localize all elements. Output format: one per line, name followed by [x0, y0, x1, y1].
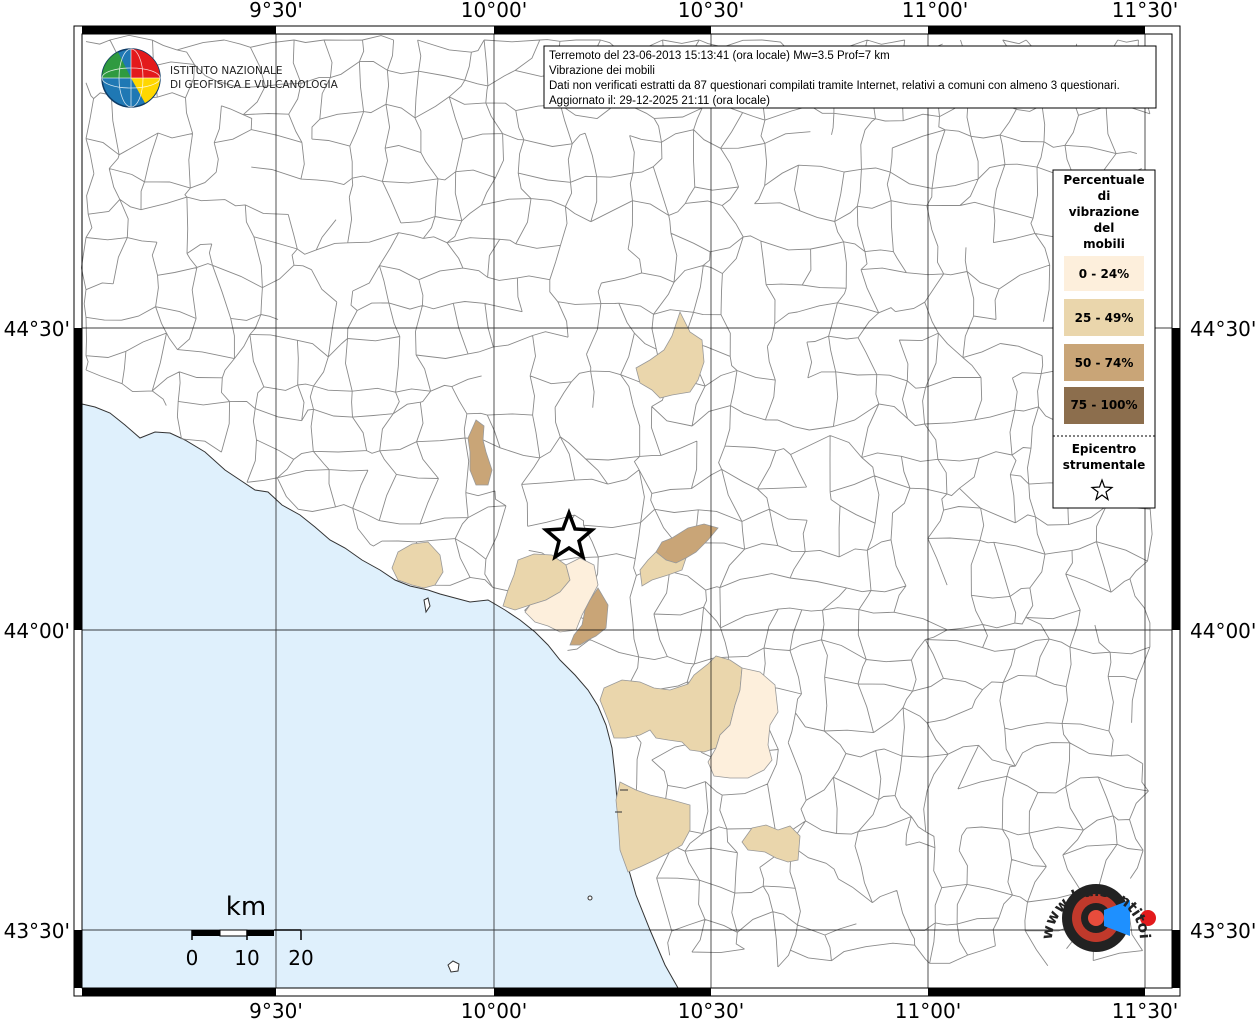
- legend-title-line: mobili: [1083, 237, 1125, 251]
- bottom-longitude-labels: 9°30' 10°00' 10°30' 11°00' 11°30': [249, 999, 1178, 1023]
- scale-tick-label: 20: [288, 946, 313, 970]
- lat-label: 44°30': [4, 317, 70, 341]
- logo-line-1: ISTITUTO NAZIONALE: [170, 65, 283, 77]
- lat-label: 44°00': [4, 619, 70, 643]
- legend-class-label: 25 - 49%: [1075, 311, 1134, 325]
- lon-label: 11°00': [902, 0, 968, 22]
- info-line-1: Terremoto del 23-06-2013 15:13:41 (ora l…: [549, 50, 890, 62]
- lat-label: 43°30': [4, 919, 70, 943]
- info-line-3: Dati non verificati estratti da 87 quest…: [549, 80, 1120, 92]
- legend: Percentuale di vibrazione del mobili 0 -…: [1052, 169, 1156, 509]
- top-longitude-labels: 9°30' 10°00' 10°30' 11°00' 11°30': [249, 0, 1178, 22]
- lon-label: 11°30': [1112, 0, 1178, 22]
- legend-title-line: del: [1094, 221, 1115, 235]
- lon-label: 10°30': [678, 0, 744, 22]
- scale-unit: km: [226, 892, 266, 922]
- info-line-2: Vibrazione dei mobili: [549, 65, 655, 77]
- legend-epicenter-line: Epicentro: [1072, 442, 1137, 456]
- lon-label: 11°00': [895, 999, 961, 1023]
- right-latitude-labels: 44°30' 44°00' 43°30': [1190, 317, 1256, 943]
- legend-title-line: di: [1098, 189, 1111, 203]
- lon-label: 10°00': [461, 0, 527, 22]
- scale-tick-label: 10: [234, 946, 259, 970]
- legend-class-label: 75 - 100%: [1070, 398, 1137, 412]
- legend-title-line: vibrazione: [1069, 205, 1140, 219]
- lat-label: 44°30': [1190, 317, 1256, 341]
- lon-label: 10°00': [461, 999, 527, 1023]
- lat-label: 44°00': [1190, 619, 1256, 643]
- lon-label: 11°30': [1112, 999, 1178, 1023]
- info-line-4: Aggiornato il: 29-12-2025 21:11 (ora loc…: [549, 95, 770, 107]
- legend-class-label: 0 - 24%: [1079, 267, 1129, 281]
- lat-label: 43°30': [1190, 919, 1256, 943]
- lon-label: 10°30': [678, 999, 744, 1023]
- legend-title-line: Percentuale: [1063, 173, 1144, 187]
- legend-epicenter-line: strumentale: [1063, 458, 1146, 472]
- lon-label: 9°30': [249, 0, 303, 22]
- info-box: Terremoto del 23-06-2013 15:13:41 (ora l…: [543, 45, 1157, 109]
- logo-line-2: DI GEOFISICA E VULCANOLOGIA: [170, 79, 339, 91]
- island: [587, 895, 593, 901]
- scale-tick-label: 0: [186, 946, 199, 970]
- intensity-map: 9°30' 10°00' 10°30' 11°00' 11°30' 9°30' …: [0, 0, 1256, 1023]
- left-latitude-labels: 44°30' 44°00' 43°30': [4, 317, 70, 943]
- legend-class-label: 50 - 74%: [1075, 356, 1134, 370]
- lon-label: 9°30': [249, 999, 303, 1023]
